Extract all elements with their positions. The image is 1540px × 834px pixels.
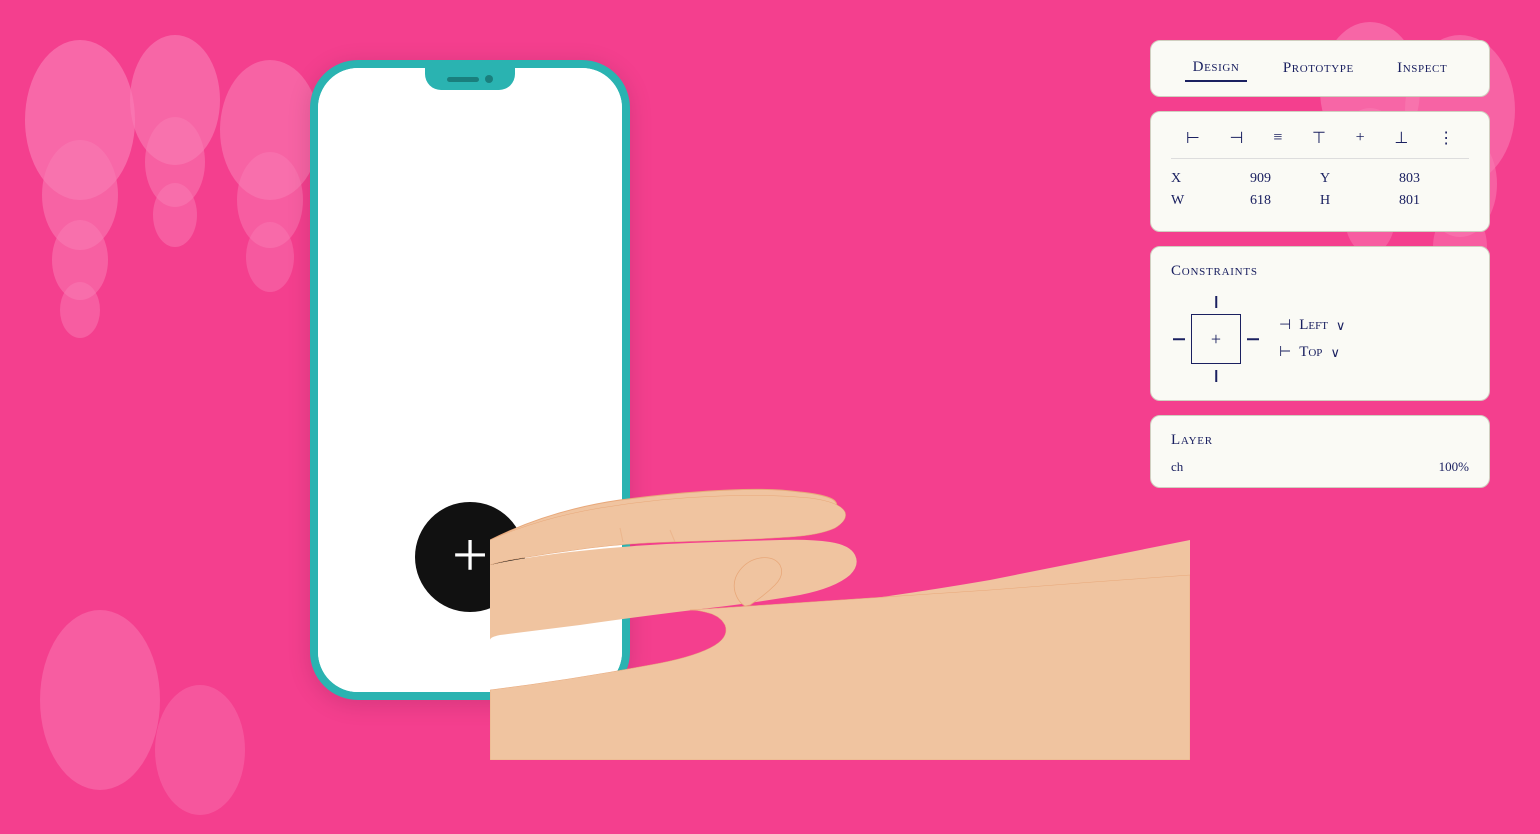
dimensions-card: ⊢ ⊣ ≡ ⊤ + ⊥ ⋮ X 909 Y 803 W 618 H 801 <box>1150 111 1490 232</box>
constraint-left-icon: ⊣ <box>1279 317 1291 334</box>
x-value[interactable]: 909 <box>1201 171 1320 187</box>
tab-prototype[interactable]: Prototype <box>1275 56 1362 81</box>
x-label: X <box>1171 171 1201 187</box>
constraint-box: + <box>1191 314 1241 364</box>
constraint-left-option: ⊣ Left ∨ <box>1279 317 1345 334</box>
phone-camera <box>485 75 493 83</box>
dash-left <box>1173 338 1185 340</box>
tab-inspect[interactable]: Inspect <box>1389 56 1455 81</box>
w-h-row: W 618 H 801 <box>1171 193 1469 209</box>
constraint-top-label[interactable]: Top <box>1299 344 1322 361</box>
alignment-row: ⊢ ⊣ ≡ ⊤ + ⊥ ⋮ <box>1171 128 1469 159</box>
phone-notch <box>425 68 515 90</box>
constraint-options: ⊣ Left ∨ ⊢ Top ∨ <box>1279 317 1345 361</box>
tab-card: Design Prototype Inspect <box>1150 40 1490 97</box>
layer-row-label: ch <box>1171 459 1439 475</box>
h-label: H <box>1320 193 1350 209</box>
dash-right <box>1247 338 1259 340</box>
align-center-v-icon[interactable]: + <box>1356 129 1365 147</box>
constraint-box-wrapper: + <box>1171 294 1261 384</box>
layer-row: ch 100% <box>1171 459 1469 475</box>
plus-icon: + <box>452 523 488 587</box>
y-value[interactable]: 803 <box>1350 171 1469 187</box>
constraints-card: Constraints + ⊣ Left ∨ ⊢ <box>1150 246 1490 401</box>
align-right-icon[interactable]: ≡ <box>1273 129 1282 147</box>
constraint-top-icon: ⊢ <box>1279 344 1291 361</box>
constraint-top-dropdown[interactable]: ∨ <box>1330 345 1340 361</box>
dash-bottom <box>1215 370 1217 382</box>
distribute-icon[interactable]: ⋮ <box>1438 128 1454 148</box>
align-left-icon[interactable]: ⊢ <box>1186 128 1200 148</box>
layer-card: Layer ch 100% <box>1150 415 1490 488</box>
constraints-body: + ⊣ Left ∨ ⊢ Top ∨ <box>1171 294 1469 384</box>
constraint-center-icon: + <box>1211 329 1221 350</box>
w-label: W <box>1171 193 1201 209</box>
constraint-left-dropdown[interactable]: ∨ <box>1336 318 1346 334</box>
dash-top <box>1215 296 1217 308</box>
align-center-h-icon[interactable]: ⊣ <box>1230 128 1244 148</box>
w-value[interactable]: 618 <box>1201 193 1320 209</box>
layer-title: Layer <box>1171 432 1469 449</box>
constraints-title: Constraints <box>1171 263 1469 280</box>
phone-speaker <box>447 77 479 82</box>
x-y-row: X 909 Y 803 <box>1171 171 1469 187</box>
hand-illustration <box>490 380 1190 760</box>
constraint-left-label[interactable]: Left <box>1299 317 1328 334</box>
constraint-top-option: ⊢ Top ∨ <box>1279 344 1345 361</box>
tab-design[interactable]: Design <box>1185 55 1248 82</box>
align-bottom-icon[interactable]: ⊥ <box>1394 128 1408 148</box>
h-value[interactable]: 801 <box>1350 193 1469 209</box>
y-label: Y <box>1320 171 1350 187</box>
layer-row-value[interactable]: 100% <box>1439 459 1469 475</box>
right-panel: Design Prototype Inspect ⊢ ⊣ ≡ ⊤ + ⊥ ⋮ X… <box>1150 40 1490 488</box>
align-top-icon[interactable]: ⊤ <box>1312 128 1326 148</box>
